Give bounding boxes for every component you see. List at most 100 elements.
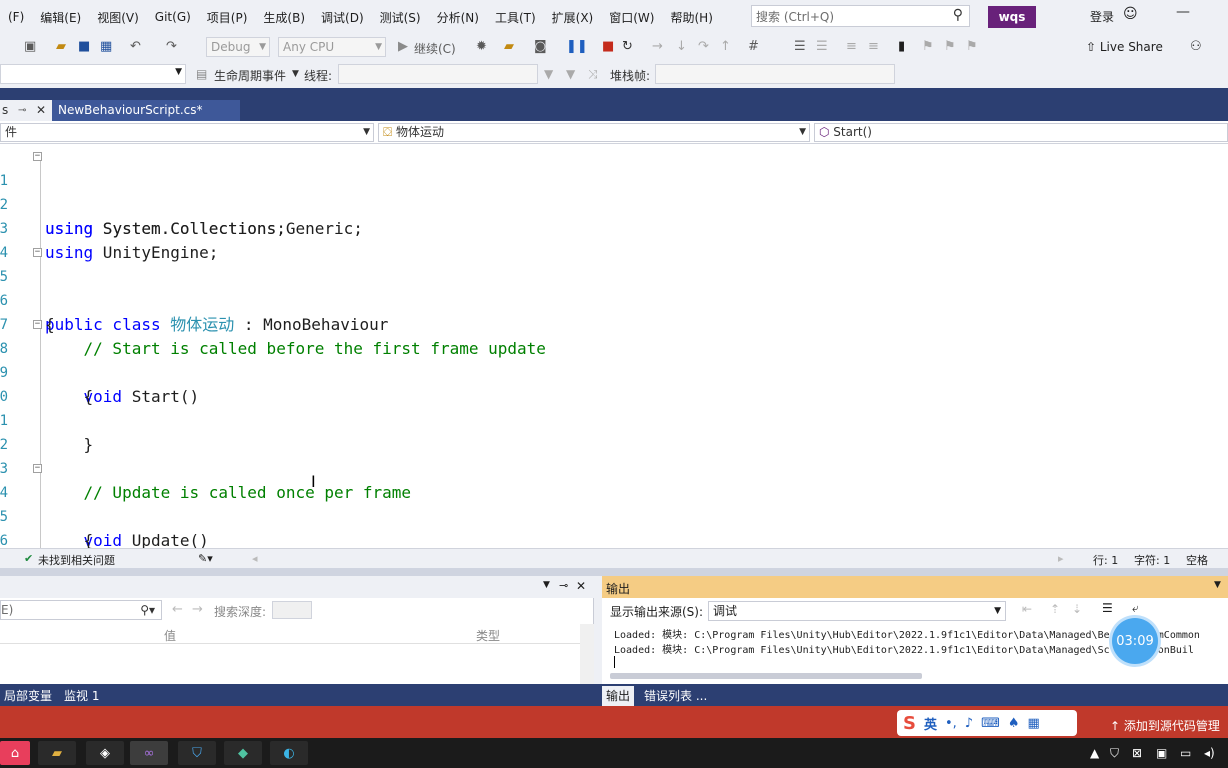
find-message-icon[interactable]: ⇤ <box>1022 602 1032 616</box>
comment-icon[interactable]: ≡ <box>846 39 857 54</box>
menu-analyze[interactable]: 分析(N) <box>429 9 487 26</box>
tray-network-icon[interactable]: ⊠ <box>1132 746 1142 760</box>
panel-splitter[interactable] <box>0 568 1228 576</box>
output-scrollbar[interactable] <box>610 673 922 679</box>
code-editor[interactable]: 1 − using System.Collections; 2 using Sy… <box>0 144 1228 548</box>
next-message-icon[interactable]: ⇣ <box>1072 602 1082 616</box>
keyboard-icon[interactable]: ⌨ <box>981 716 1000 731</box>
skin-icon[interactable]: ♠ <box>1008 716 1020 731</box>
show-next-statement-icon[interactable]: → <box>652 39 663 54</box>
menu-debug[interactable]: 调试(D) <box>313 9 372 26</box>
search-depth-select[interactable] <box>272 601 312 619</box>
project-dropdown[interactable]: 件 ▼ <box>0 123 374 142</box>
filter-clear-icon[interactable]: ▼ <box>566 67 575 81</box>
security-icon[interactable]: ⛉ <box>178 741 216 765</box>
bookmark-icon[interactable]: ▮ <box>898 39 905 54</box>
scroll-left-icon[interactable]: ◂ <box>252 552 258 565</box>
add-to-source-control[interactable]: ↑ 添加到源代码管理 <box>1110 717 1220 734</box>
tab-newbehaviourscript[interactable]: NewBehaviourScript.cs* <box>52 100 240 121</box>
feedback-icon[interactable]: ⚇ <box>1190 39 1202 54</box>
process-select[interactable]: ▼ <box>0 64 186 84</box>
open-folder-icon[interactable]: ▰ <box>56 39 66 54</box>
collapse-icon[interactable]: − <box>33 320 42 329</box>
menu-project[interactable]: 项目(P) <box>199 9 256 26</box>
tray-shield-icon[interactable]: ⛉ <box>1110 746 1119 761</box>
step-into-icon[interactable]: ↓ <box>676 39 687 54</box>
continue-icon[interactable]: ▶ <box>398 39 408 54</box>
format-icon[interactable]: ☰ <box>816 39 828 54</box>
vpn-icon[interactable]: ◆ <box>224 741 262 765</box>
word-wrap-icon[interactable]: ⤶ <box>1132 601 1139 616</box>
brush-icon[interactable]: ✎▾ <box>198 552 213 565</box>
menu-help[interactable]: 帮助(H) <box>662 9 720 26</box>
menu-git[interactable]: Git(G) <box>147 10 199 24</box>
step-over-icon[interactable]: ↷ <box>698 39 709 54</box>
minimize-icon[interactable]: — <box>1176 4 1190 20</box>
close-icon[interactable]: ✕ <box>36 100 46 121</box>
tray-monitor-icon[interactable]: ▭ <box>1180 746 1191 760</box>
tab-error-list[interactable]: 错误列表 ... <box>640 686 711 706</box>
search-input[interactable]: 搜索 (Ctrl+Q) ⚲ <box>751 5 970 27</box>
visual-studio-icon[interactable]: ∞ <box>130 741 168 765</box>
save-all-icon[interactable]: ▦ <box>100 39 112 54</box>
sogou-logo-icon[interactable]: S <box>903 713 916 734</box>
prev-bookmark-icon[interactable]: ⚑ <box>922 39 934 54</box>
pin-icon[interactable]: ⊸ <box>559 579 568 592</box>
login-link[interactable]: 登录 <box>1090 8 1114 25</box>
account-icon[interactable]: ☺ <box>1123 6 1138 22</box>
line-indicator[interactable]: 行: 1 <box>1093 552 1118 568</box>
hex-icon[interactable]: # <box>748 39 759 54</box>
chevron-down-icon[interactable]: ▼ <box>543 580 550 590</box>
restart-icon[interactable]: ↻ <box>622 39 633 54</box>
pin-icon[interactable]: ⊸ <box>18 100 26 121</box>
undo-icon[interactable]: ↶ <box>130 39 141 54</box>
break-all-icon[interactable]: ❚❚ <box>566 39 588 54</box>
locals-search-input[interactable]: E) ⚲▾ <box>0 600 162 620</box>
output-source-select[interactable]: 调试 ▼ <box>708 601 1006 621</box>
config-select[interactable]: Debug ▼ <box>206 37 270 57</box>
file-explorer-icon[interactable]: ▰ <box>38 741 76 765</box>
tray-display-icon[interactable]: ▣ <box>1156 746 1167 760</box>
type-dropdown[interactable]: ⛋ 物体运动 ▼ <box>378 123 810 142</box>
tab-other[interactable]: s ⊸ ✕ <box>0 100 52 121</box>
punctuation-icon[interactable]: •, <box>945 716 957 731</box>
stack-frame-select[interactable] <box>655 64 895 84</box>
tray-volume-icon[interactable]: ◂) <box>1204 746 1215 760</box>
forward-icon[interactable]: → <box>192 602 203 617</box>
tab-output[interactable]: 输出 <box>602 686 635 706</box>
next-bookmark-icon[interactable]: ⚑ <box>944 39 956 54</box>
column-indicator[interactable]: 字符: 1 <box>1134 552 1170 568</box>
issues-status[interactable]: 未找到相关问题 <box>38 552 115 568</box>
hot-reload-icon[interactable]: ✹ <box>476 39 487 54</box>
member-dropdown[interactable]: ⬡ Start() <box>814 123 1228 142</box>
new-file-icon[interactable]: ▣ <box>24 39 36 54</box>
tab-watch[interactable]: 监视 1 <box>60 686 103 706</box>
menu-build[interactable]: 生成(B) <box>255 9 313 26</box>
filter-icon[interactable]: ▼ <box>544 67 553 81</box>
flag-threads-icon[interactable]: ⤨ <box>588 67 598 82</box>
back-icon[interactable]: ← <box>172 602 183 617</box>
save-icon[interactable]: ■ <box>78 39 90 54</box>
menu-file[interactable]: (F) <box>0 10 32 24</box>
thread-select[interactable] <box>338 64 538 84</box>
collapse-icon[interactable]: − <box>33 248 42 257</box>
collapse-icon[interactable]: − <box>33 464 42 473</box>
chevron-down-icon[interactable]: ▼ <box>292 69 299 79</box>
lifecycle-events[interactable]: 生命周期事件 <box>214 67 286 84</box>
app-icon[interactable]: ⌂ <box>0 741 30 765</box>
platform-select[interactable]: Any CPU ▼ <box>278 37 386 57</box>
live-share-button[interactable]: ⇧ Live Share <box>1086 40 1163 54</box>
clear-all-icon[interactable]: ☰ <box>1102 601 1113 615</box>
column-type[interactable]: 类型 <box>476 627 500 644</box>
scroll-right-icon[interactable]: ▸ <box>1058 552 1064 565</box>
continue-button[interactable]: 继续(C) <box>414 40 456 57</box>
locals-scrollbar[interactable] <box>580 624 594 684</box>
uncomment-icon[interactable]: ≡ <box>868 39 879 54</box>
tray-expand-icon[interactable]: ▲ <box>1090 746 1099 760</box>
chevron-down-icon[interactable]: ▼ <box>1214 580 1221 590</box>
edge-browser-icon[interactable]: ◐ <box>270 741 308 765</box>
column-value[interactable]: 值 <box>164 627 176 644</box>
screenshot-icon[interactable]: ◙ <box>534 39 547 54</box>
tab-locals[interactable]: 局部变量 <box>0 686 56 706</box>
menu-tools[interactable]: 工具(T) <box>487 9 544 26</box>
